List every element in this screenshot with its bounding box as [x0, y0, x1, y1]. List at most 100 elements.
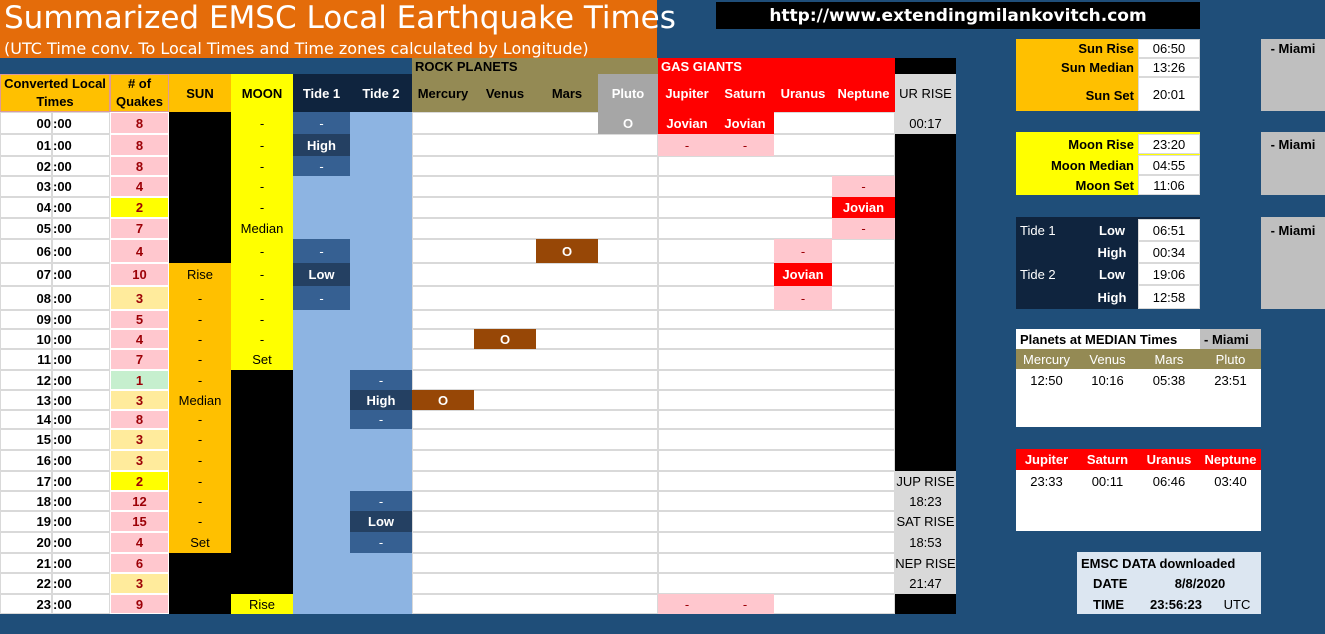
sun-cell — [169, 134, 231, 156]
row-hour: 06 — [0, 239, 52, 263]
header-sun: SUN — [169, 74, 231, 112]
rise-cell-blank — [895, 156, 956, 176]
quake-count: 7 — [110, 349, 169, 370]
moon-location-box: - Miami — [1261, 132, 1325, 195]
sun-set-value: 20:01 — [1138, 77, 1200, 111]
moon-rise-value: 23:20 — [1138, 134, 1200, 154]
moon-cell — [231, 553, 293, 573]
sun-cell: Rise — [169, 263, 231, 286]
row-minute: :00 — [52, 134, 110, 156]
planet-mark-mars: O — [536, 239, 598, 263]
rock-planet-row — [412, 511, 658, 532]
sun-cell: - — [169, 310, 231, 329]
gas-giants-panel: Jupiter Saturn Uranus Neptune 23:33 00:1… — [1016, 449, 1261, 531]
planet-mark-saturn: - — [716, 594, 774, 614]
rock-planet-row — [412, 573, 658, 594]
gas-time-uranus: 06:46 — [1152, 473, 1186, 489]
rise-cell-blank — [895, 594, 956, 614]
rise-cell-blank — [895, 370, 956, 390]
quake-count: 3 — [110, 286, 169, 310]
header-pluto: Pluto — [598, 74, 658, 112]
page-title: Summarized EMSC Local Earthquake Times — [4, 0, 676, 36]
planet-mark-venus: O — [474, 329, 536, 349]
tide2-cell — [350, 239, 412, 263]
sun-cell — [169, 112, 231, 134]
median-header-mars: Mars — [1138, 349, 1200, 369]
rock-planet-row — [412, 156, 658, 176]
tide2-cell — [350, 553, 412, 573]
sun-location: - Miami — [1270, 41, 1316, 56]
moon-cell: - — [231, 286, 293, 310]
moon-cell — [231, 429, 293, 450]
rise-cell-blank — [895, 429, 956, 450]
header-mercury: Mercury — [412, 74, 474, 112]
tide1-label: Tide 1 — [1020, 222, 1056, 238]
gas-time-saturn: 00:11 — [1091, 473, 1124, 489]
moon-median-label: Moon Median — [1050, 157, 1134, 173]
tide2-cell: - — [350, 491, 412, 511]
emsc-timezone: UTC — [1223, 596, 1251, 612]
emsc-time-value: 23:56:23 — [1149, 596, 1203, 612]
sun-location-box: - Miami — [1261, 39, 1325, 111]
sun-rise-label: Sun Rise — [1078, 41, 1134, 56]
tide2-high-value: 12:58 — [1138, 285, 1200, 309]
rock-planet-row — [412, 349, 658, 370]
header-venus: Venus — [474, 74, 536, 112]
quake-count: 8 — [110, 410, 169, 429]
moon-median-value: 04:55 — [1138, 155, 1200, 175]
moon-set-label: Moon Set — [1075, 177, 1135, 193]
tide2-cell: - — [350, 410, 412, 429]
header-ur-rise: UR RISE — [895, 74, 956, 112]
sun-cell — [169, 239, 231, 263]
rise-cell: SAT RISE — [895, 511, 956, 532]
row-minute: :00 — [52, 553, 110, 573]
rock-planet-row — [412, 134, 658, 156]
gas-giant-row — [658, 370, 895, 390]
moon-cell — [231, 491, 293, 511]
row-minute: :00 — [52, 594, 110, 614]
moon-cell: - — [231, 310, 293, 329]
tide2-cell — [350, 594, 412, 614]
gas-giant-row — [658, 553, 895, 573]
tide1-low-value: 06:51 — [1138, 219, 1200, 241]
sun-cell — [169, 197, 231, 218]
tide2-cell — [350, 263, 412, 286]
header-quakes: # of Quakes — [110, 74, 169, 112]
planet-mark-jupiter: Jovian — [658, 112, 716, 134]
tide2-cell: High — [350, 390, 412, 410]
tide2-cell — [350, 286, 412, 310]
rise-cell-blank — [895, 134, 956, 156]
tide1-cell — [293, 310, 350, 329]
row-minute: :00 — [52, 410, 110, 429]
moon-cell: - — [231, 197, 293, 218]
quake-count: 3 — [110, 429, 169, 450]
website-url[interactable]: http://www.extendingmilankovitch.com — [716, 2, 1200, 29]
rise-cell-blank — [895, 176, 956, 197]
rock-planet-row — [412, 239, 658, 263]
row-hour: 17 — [0, 471, 52, 491]
rise-cell-blank — [895, 286, 956, 310]
tide2-cell — [350, 573, 412, 594]
rock-planet-row — [412, 176, 658, 197]
quake-count: 10 — [110, 263, 169, 286]
rise-cell-blank — [895, 239, 956, 263]
page-subtitle: (UTC Time conv. To Local Times and Time … — [4, 39, 589, 58]
rock-planet-row — [412, 410, 658, 429]
sun-rise-value: 06:50 — [1138, 39, 1200, 58]
sun-set-label: Sun Set — [1085, 87, 1134, 103]
quake-count: 3 — [110, 573, 169, 594]
tide1-cell: High — [293, 134, 350, 156]
row-hour: 09 — [0, 310, 52, 329]
tide1-cell — [293, 218, 350, 239]
row-hour: 19 — [0, 511, 52, 532]
rise-cell-blank — [895, 197, 956, 218]
row-minute: :00 — [52, 491, 110, 511]
quake-count: 9 — [110, 594, 169, 614]
quake-count: 2 — [110, 197, 169, 218]
emsc-title: EMSC DATA downloaded — [1081, 555, 1236, 571]
row-hour: 23 — [0, 594, 52, 614]
moon-set-value: 11:06 — [1138, 175, 1200, 195]
median-time-venus: 10:16 — [1091, 372, 1124, 388]
row-minute: :00 — [52, 197, 110, 218]
header-jupiter: Jupiter — [658, 74, 716, 112]
